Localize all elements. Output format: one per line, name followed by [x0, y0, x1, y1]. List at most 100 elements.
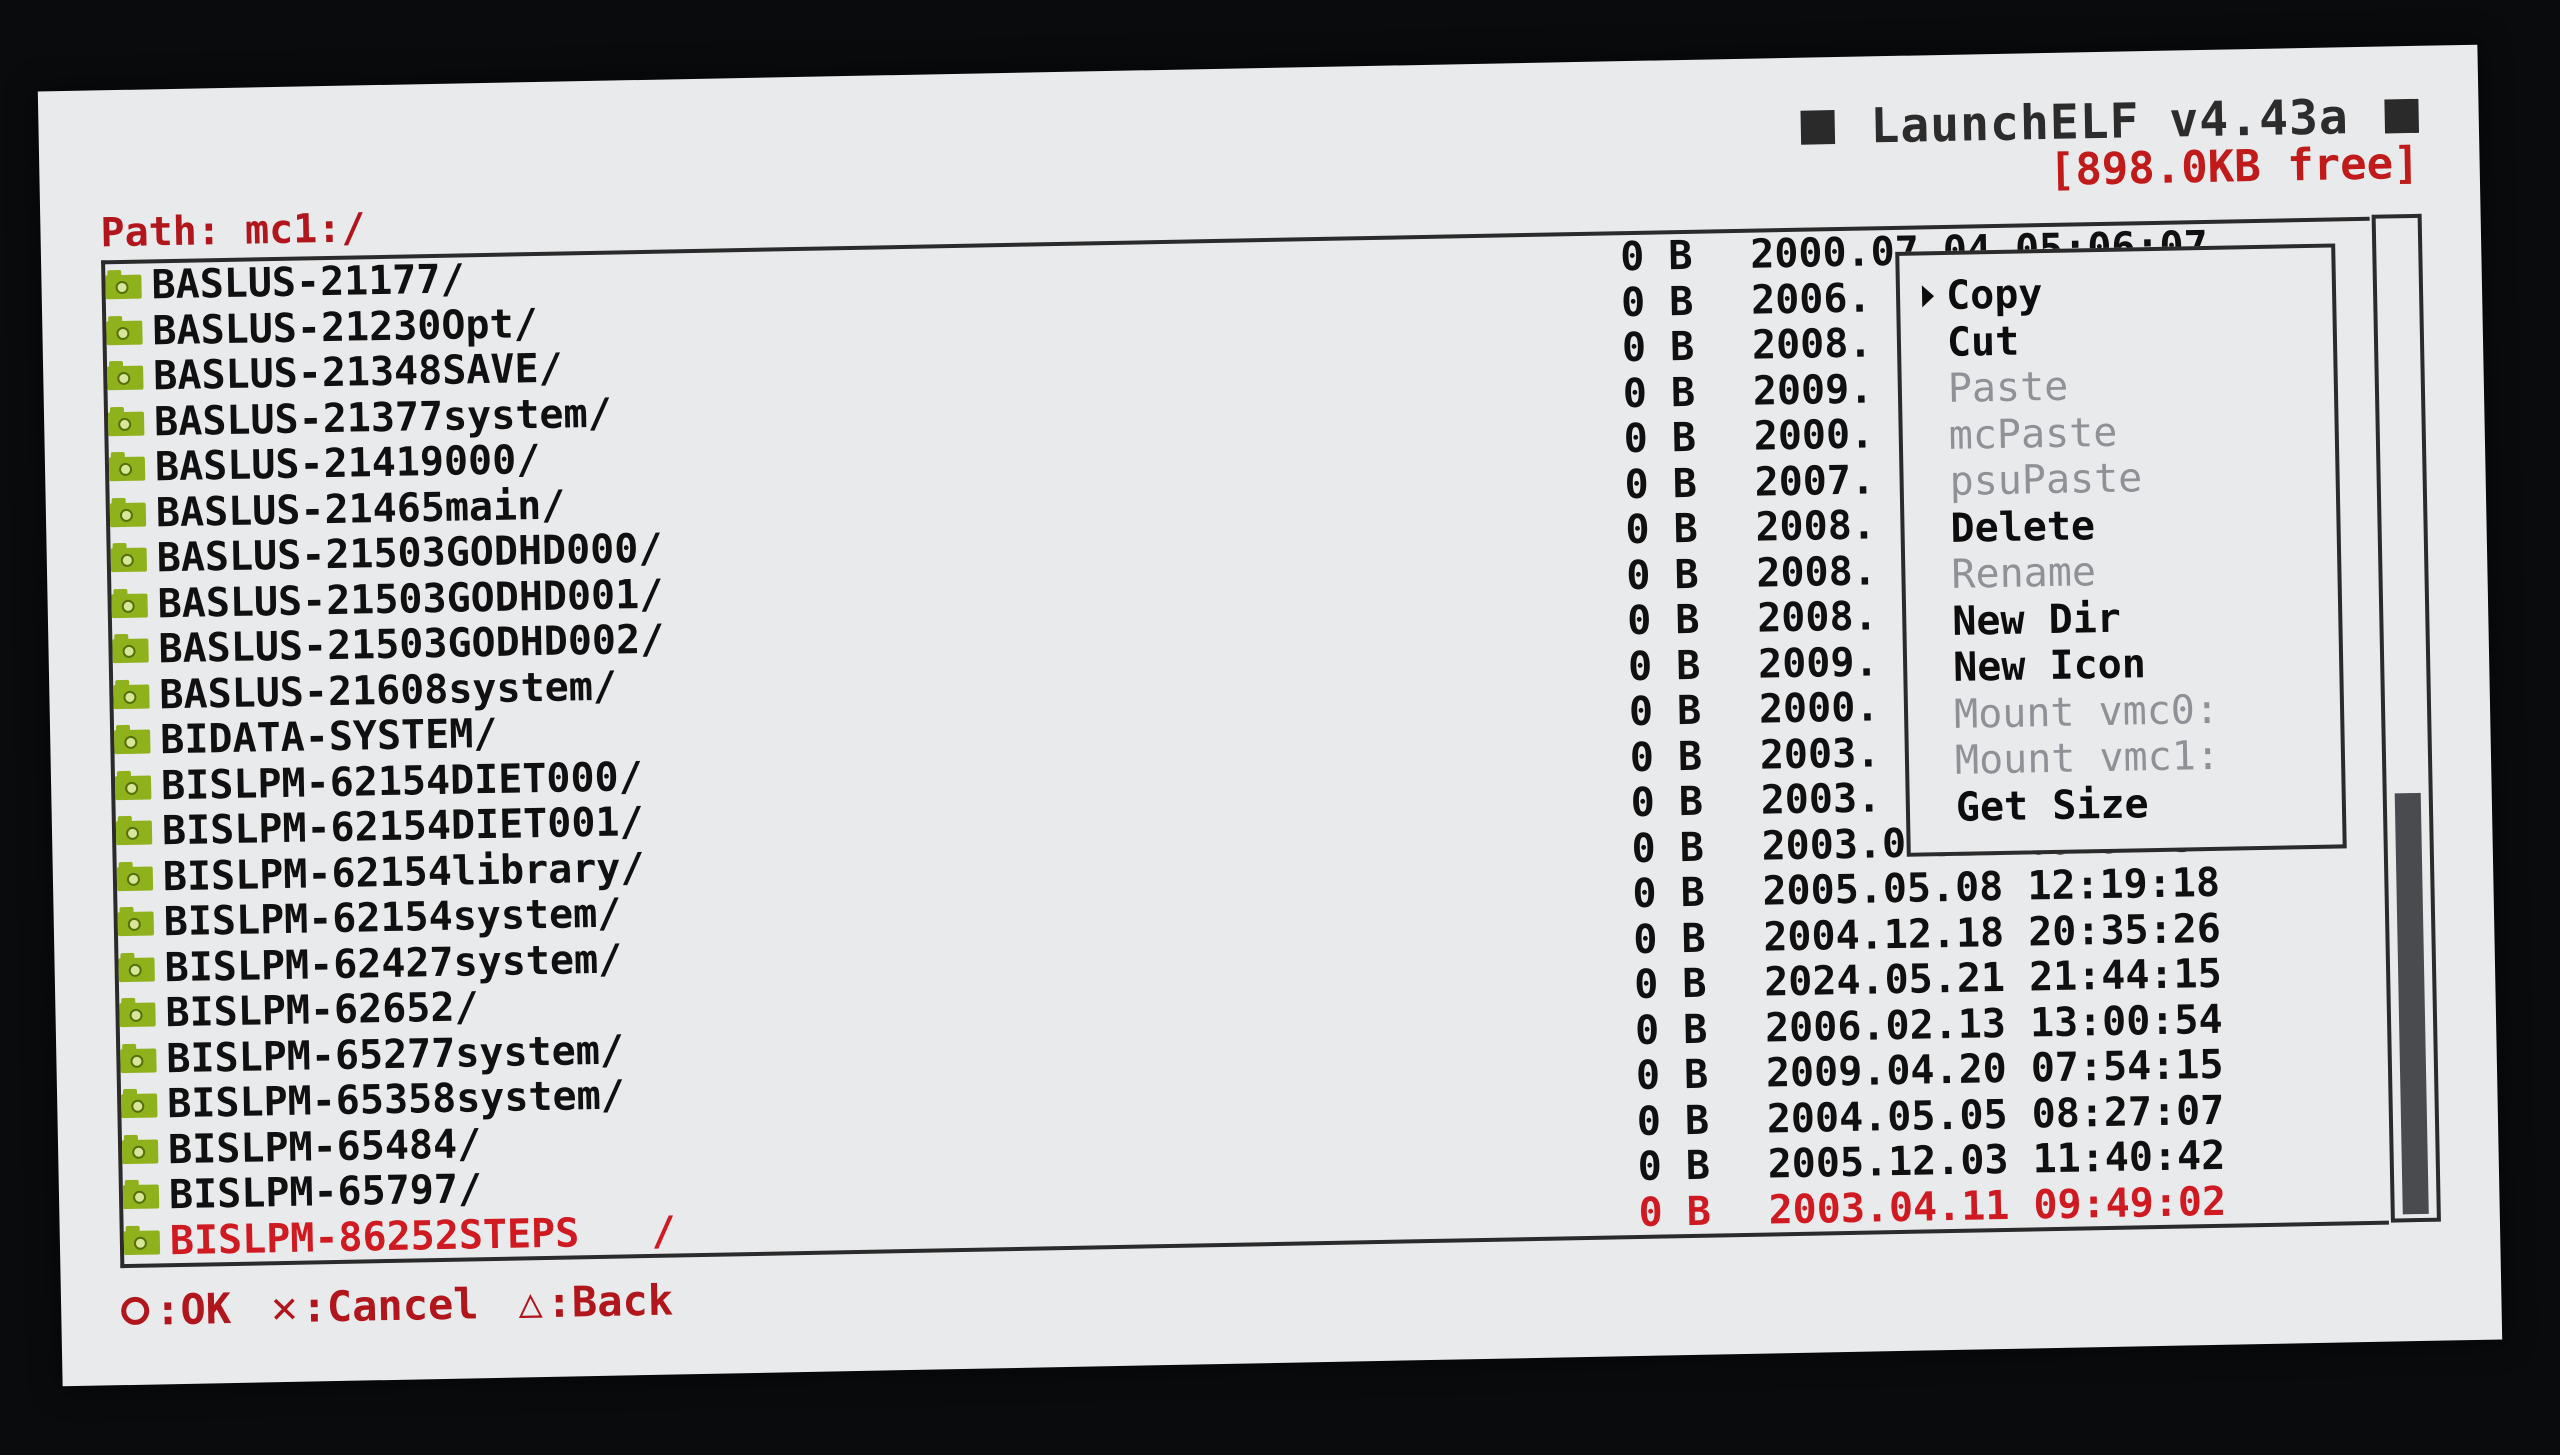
- folder-icon: [118, 956, 155, 982]
- folder-icon: [123, 1229, 161, 1255]
- menu-item-label: mcPaste: [1948, 409, 2118, 459]
- file-size: 0 B: [1623, 414, 1697, 463]
- folder-icon: [115, 820, 153, 846]
- menu-item-mount-vmc0[interactable]: Mount vmc0:: [1934, 684, 2341, 738]
- menu-item-label: Get Size: [1955, 780, 2149, 831]
- folder-icon: [105, 274, 142, 300]
- file-size: 0 B: [1631, 824, 1705, 872]
- file-size: 0 B: [1619, 232, 1693, 281]
- triangle-button-icon: △: [518, 1279, 544, 1327]
- file-size: 0 B: [1625, 505, 1699, 554]
- context-menu: Copy Cut Paste mcPaste psuPaste Delete Rename N…: [1895, 243, 2347, 857]
- file-size: 0 B: [1637, 1142, 1711, 1191]
- menu-item-label: Copy: [1945, 271, 2043, 319]
- file-size: 0 B: [1622, 369, 1696, 417]
- menu-item-new-dir[interactable]: New Dir: [1932, 591, 2339, 645]
- file-size: 0 B: [1634, 1006, 1708, 1054]
- menu-item-label: Mount vmc1:: [1954, 732, 2221, 784]
- menu-item-label: Delete: [1950, 502, 2096, 552]
- folder-icon: [116, 865, 154, 891]
- folder-icon: [121, 1138, 159, 1164]
- file-size: 0 B: [1620, 278, 1694, 326]
- file-size: 0 B: [1629, 733, 1703, 781]
- file-size: 0 B: [1625, 551, 1700, 599]
- free-space-label: [898.0KB free]: [2048, 137, 2421, 196]
- file-date: 2003.: [1759, 729, 1881, 779]
- file-size: 0 B: [1628, 687, 1702, 736]
- menu-item-mcpaste[interactable]: mcPaste: [1928, 405, 2335, 459]
- cross-button-icon: ✕: [270, 1281, 299, 1334]
- hint-ok: :OK: [120, 1284, 232, 1335]
- file-name: BASLUS-21230Opt/: [151, 300, 539, 354]
- menu-item-delete[interactable]: Delete: [1930, 498, 2337, 552]
- menu-item-psupaste[interactable]: psuPaste: [1929, 452, 2336, 506]
- file-name: BASLUS-21419000/: [154, 436, 541, 491]
- file-name: BISLPM-62652/: [165, 984, 479, 1037]
- file-size: 0 B: [1633, 960, 1707, 1009]
- folder-icon: [119, 1002, 156, 1028]
- folder-icon: [111, 593, 148, 618]
- menu-item-new-icon[interactable]: New Icon: [1933, 637, 2340, 691]
- menu-item-label: Mount vmc0:: [1953, 686, 2220, 738]
- file-date: 2009.: [1752, 365, 1874, 415]
- file-browser-panel: BASLUS-21177/0 B2000.07.04 05:06:07BASLU…: [101, 213, 2441, 1269]
- folder-icon: [110, 547, 148, 573]
- circle-button-icon: [120, 1296, 150, 1325]
- menu-item-cut[interactable]: Cut: [1927, 312, 2334, 366]
- file-date: 2008.: [1755, 547, 1878, 597]
- folder-icon: [112, 638, 149, 664]
- file-size: 0 B: [1636, 1097, 1710, 1145]
- menu-item-copy[interactable]: Copy: [1921, 266, 2333, 320]
- scrollbar-thumb[interactable]: [2394, 792, 2429, 1215]
- file-date: 2006.: [1750, 274, 1872, 324]
- folder-icon: [114, 774, 152, 800]
- file-name: BISLPM-65797/: [168, 1166, 483, 1219]
- file-date: 2000.: [1753, 411, 1875, 460]
- folder-icon: [114, 729, 151, 755]
- file-date: 2009.: [1757, 638, 1879, 688]
- folder-icon: [122, 1184, 160, 1210]
- launchelf-screen: LaunchELF v4.43a [898.0KB free] Path: mc…: [37, 44, 2503, 1387]
- file-name: BASLUS-21177/: [151, 256, 465, 309]
- folder-icon: [107, 411, 145, 436]
- menu-item-mount-vmc1[interactable]: Mount vmc1:: [1935, 730, 2342, 784]
- file-name: BISLPM-62427system/: [164, 935, 623, 991]
- folder-icon: [113, 684, 150, 709]
- hint-back: △ :Back: [518, 1276, 673, 1328]
- menu-cursor-icon: [1921, 285, 1935, 308]
- folder-icon: [120, 1047, 157, 1073]
- file-date: 2007.: [1754, 456, 1876, 506]
- file-size: 0 B: [1621, 323, 1695, 372]
- file-size: 0 B: [1638, 1188, 1712, 1236]
- hint-back-label: :Back: [546, 1275, 674, 1327]
- title-right-square-icon: [2384, 98, 2420, 134]
- menu-item-label: New Dir: [1951, 595, 2122, 645]
- file-name: BISLPM-86252STEPS /: [169, 1208, 676, 1264]
- folder-icon: [106, 320, 143, 345]
- menu-item-label: Cut: [1946, 318, 2020, 366]
- file-size: 0 B: [1630, 778, 1704, 827]
- file-size: 0 B: [1624, 460, 1698, 508]
- file-name: BASLUS-21348SAVE/: [152, 345, 564, 400]
- file-name: BASLUS-21377system/: [153, 390, 613, 445]
- menu-item-rename[interactable]: Rename: [1931, 544, 2338, 598]
- folder-icon: [109, 502, 147, 527]
- file-name: BISLPM-65484/: [167, 1120, 482, 1173]
- button-hints: :OK ✕ :Cancel △ :Back: [120, 1274, 714, 1336]
- menu-item-label: psuPaste: [1949, 455, 2143, 505]
- file-size: 0 B: [1632, 869, 1706, 918]
- current-path: Path: mc1:/: [100, 205, 366, 257]
- folder-icon: [107, 365, 144, 391]
- hint-cancel: ✕ :Cancel: [271, 1278, 479, 1333]
- file-date: 2003.04.11 09:49:02: [1768, 1178, 2227, 1234]
- menu-item-get-size[interactable]: Get Size: [1935, 777, 2342, 831]
- menu-item-paste[interactable]: Paste: [1927, 359, 2334, 413]
- folder-icon: [117, 911, 155, 937]
- title-left-square-icon: [1800, 110, 1835, 145]
- file-date: 2008.: [1756, 593, 1879, 642]
- file-size: 0 B: [1635, 1051, 1709, 1100]
- file-name: BASLUS-21608system/: [158, 663, 618, 718]
- menu-item-label: New Icon: [1952, 641, 2147, 691]
- hint-cancel-label: :Cancel: [301, 1279, 479, 1332]
- file-size: 0 B: [1632, 915, 1707, 963]
